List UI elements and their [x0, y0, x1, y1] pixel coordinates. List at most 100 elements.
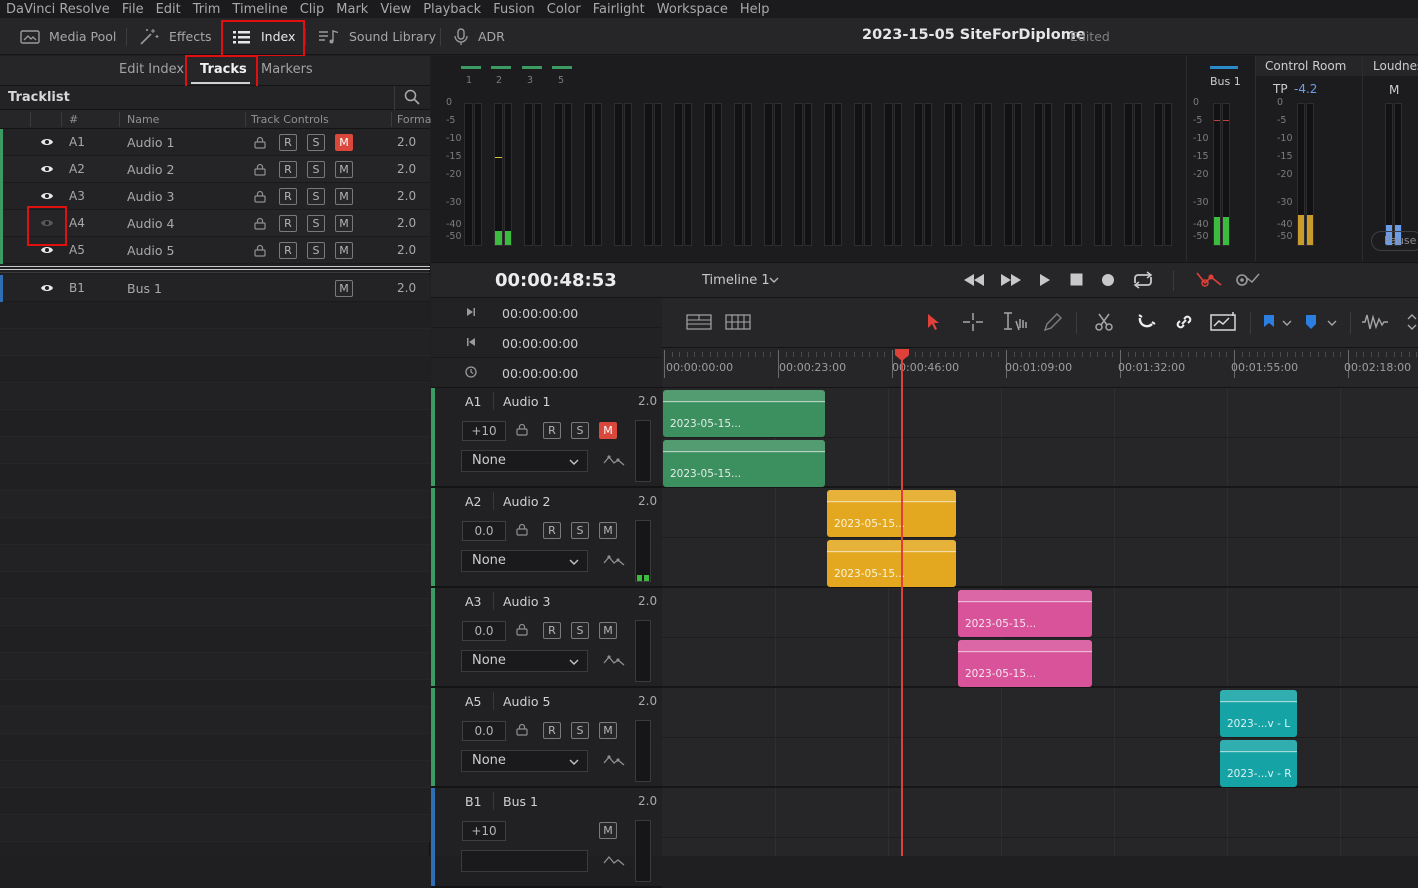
- mute-button[interactable]: M: [335, 215, 353, 232]
- lock-icon[interactable]: [516, 723, 528, 736]
- chevron-down-icon[interactable]: [769, 276, 779, 284]
- effects-button[interactable]: Effects: [138, 18, 212, 55]
- adr-button[interactable]: ADR: [453, 18, 505, 55]
- menu-playback[interactable]: Playback: [417, 2, 487, 17]
- solo-button[interactable]: S: [307, 188, 325, 205]
- mute-button[interactable]: M: [599, 822, 617, 839]
- chevron-down-icon[interactable]: [1282, 319, 1292, 327]
- lock-icon[interactable]: [516, 523, 528, 536]
- duration-timecode[interactable]: 00:00:00:00: [502, 366, 578, 381]
- snapping-magnet-icon[interactable]: [1136, 312, 1156, 332]
- solo-button[interactable]: S: [571, 622, 589, 639]
- eye-hidden-icon[interactable]: [40, 218, 54, 228]
- link-icon[interactable]: [1174, 312, 1194, 332]
- clip-a3-left[interactable]: 2023-05-15...: [958, 590, 1092, 637]
- column-track-controls[interactable]: Track Controls: [251, 113, 329, 126]
- menu-timeline[interactable]: Timeline: [226, 2, 293, 17]
- menu-workspace[interactable]: Workspace: [651, 2, 734, 17]
- mute-button[interactable]: M: [335, 280, 353, 297]
- record-arm-button[interactable]: R: [543, 722, 561, 739]
- menu-fusion[interactable]: Fusion: [487, 2, 541, 17]
- timeline-ruler[interactable]: 00:00:00:00 00:00:23:00 00:00:46:00 00:0…: [662, 348, 1418, 388]
- mute-button[interactable]: M: [599, 522, 617, 539]
- range-selection-icon[interactable]: [962, 312, 984, 332]
- clip-a5-left[interactable]: 2023-...v - L: [1220, 690, 1297, 737]
- lock-icon[interactable]: [254, 163, 266, 176]
- effect-dropdown[interactable]: None: [461, 750, 588, 772]
- effect-dropdown[interactable]: [461, 850, 588, 872]
- sound-library-button[interactable]: Sound Library: [318, 18, 436, 55]
- solo-button[interactable]: S: [307, 215, 325, 232]
- menu-edit[interactable]: Edit: [150, 2, 187, 17]
- record-icon[interactable]: [1101, 273, 1115, 287]
- track-volume[interactable]: 0.0: [462, 721, 506, 741]
- automation-curve-icon[interactable]: [603, 553, 625, 569]
- track-volume[interactable]: +10: [462, 821, 506, 841]
- automation-curve-icon[interactable]: [603, 653, 625, 669]
- solo-button[interactable]: S: [571, 422, 589, 439]
- eye-visible-icon[interactable]: [40, 283, 54, 293]
- track-header[interactable]: B1 Bus 1 2.0 +10 M: [431, 788, 662, 888]
- menu-clip[interactable]: Clip: [294, 2, 331, 17]
- out-timecode[interactable]: 00:00:00:00: [502, 336, 578, 351]
- record-arm-button[interactable]: R: [279, 215, 297, 232]
- track-header[interactable]: A2 Audio 2 2.0 0.0 R S M None: [431, 488, 662, 588]
- media-pool-button[interactable]: Media Pool: [20, 18, 116, 55]
- record-arm-button[interactable]: R: [543, 522, 561, 539]
- column-name[interactable]: Name: [127, 113, 159, 126]
- pause-button[interactable]: Pause: [1371, 231, 1418, 251]
- solo-button[interactable]: S: [571, 522, 589, 539]
- tracklist-row[interactable]: A4 Audio 4 R S M 2.0: [0, 210, 430, 237]
- timeline-canvas[interactable]: 2023-05-15... 2023-05-15... 2023-05-15..…: [662, 388, 1418, 856]
- mute-button[interactable]: M: [599, 622, 617, 639]
- index-button[interactable]: Index: [232, 18, 295, 55]
- mute-button[interactable]: M: [335, 161, 353, 178]
- record-arm-button[interactable]: R: [279, 134, 297, 151]
- mute-button[interactable]: M: [335, 188, 353, 205]
- menu-trim[interactable]: Trim: [187, 2, 227, 17]
- menu-file[interactable]: File: [116, 2, 150, 17]
- menu-davinci-resolve[interactable]: DaVinci Resolve: [0, 2, 116, 17]
- tab-edit-index[interactable]: Edit Index: [119, 62, 184, 77]
- eye-visible-icon[interactable]: [40, 245, 54, 255]
- automation-icon[interactable]: [1195, 269, 1223, 289]
- expand-icon[interactable]: [1407, 312, 1417, 332]
- menu-color[interactable]: Color: [541, 2, 587, 17]
- track-header[interactable]: A5 Audio 5 2.0 0.0 R S M None: [431, 688, 662, 788]
- search-icon[interactable]: [404, 89, 420, 105]
- menu-fairlight[interactable]: Fairlight: [587, 2, 651, 17]
- mute-button[interactable]: M: [335, 134, 353, 151]
- play-icon[interactable]: [1039, 273, 1051, 287]
- auto-track-selector-icon[interactable]: [1210, 311, 1238, 333]
- lock-icon[interactable]: [516, 423, 528, 436]
- stop-icon[interactable]: [1070, 273, 1083, 286]
- automation-curve-icon[interactable]: [603, 753, 625, 769]
- clip-a5-right[interactable]: 2023-...v - R: [1220, 740, 1297, 787]
- rewind-icon[interactable]: [963, 273, 985, 287]
- column-number[interactable]: #: [69, 113, 78, 126]
- timeline-selector[interactable]: Timeline 1: [702, 273, 770, 288]
- clip-a1-left[interactable]: 2023-05-15...: [663, 390, 825, 437]
- marker-icon[interactable]: [1305, 314, 1317, 330]
- in-timecode[interactable]: 00:00:00:00: [502, 306, 578, 321]
- razor-icon[interactable]: [1094, 312, 1114, 332]
- clip-a2-right[interactable]: 2023-05-15...: [827, 540, 956, 587]
- record-arm-button[interactable]: R: [279, 161, 297, 178]
- playhead-timecode[interactable]: 00:00:48:53: [495, 270, 617, 291]
- pencil-icon[interactable]: [1042, 312, 1064, 332]
- edit-selection-icon[interactable]: [1000, 311, 1030, 333]
- tracklist-row-bus[interactable]: B1 Bus 1 M 2.0: [0, 275, 430, 302]
- lock-icon[interactable]: [516, 623, 528, 636]
- lock-icon[interactable]: [254, 217, 266, 230]
- mute-button[interactable]: M: [335, 242, 353, 259]
- lock-icon[interactable]: [254, 190, 266, 203]
- lock-icon[interactable]: [254, 244, 266, 257]
- tracklist-row[interactable]: A1 Audio 1 R S M 2.0: [0, 129, 430, 156]
- eye-visible-icon[interactable]: [40, 137, 54, 147]
- automation-curve-icon[interactable]: [603, 453, 625, 469]
- tracklist-row[interactable]: A3 Audio 3 R S M 2.0: [0, 183, 430, 210]
- eye-visible-icon[interactable]: [40, 164, 54, 174]
- selection-arrow-icon[interactable]: [926, 313, 940, 331]
- menu-mark[interactable]: Mark: [330, 2, 374, 17]
- record-arm-button[interactable]: R: [279, 188, 297, 205]
